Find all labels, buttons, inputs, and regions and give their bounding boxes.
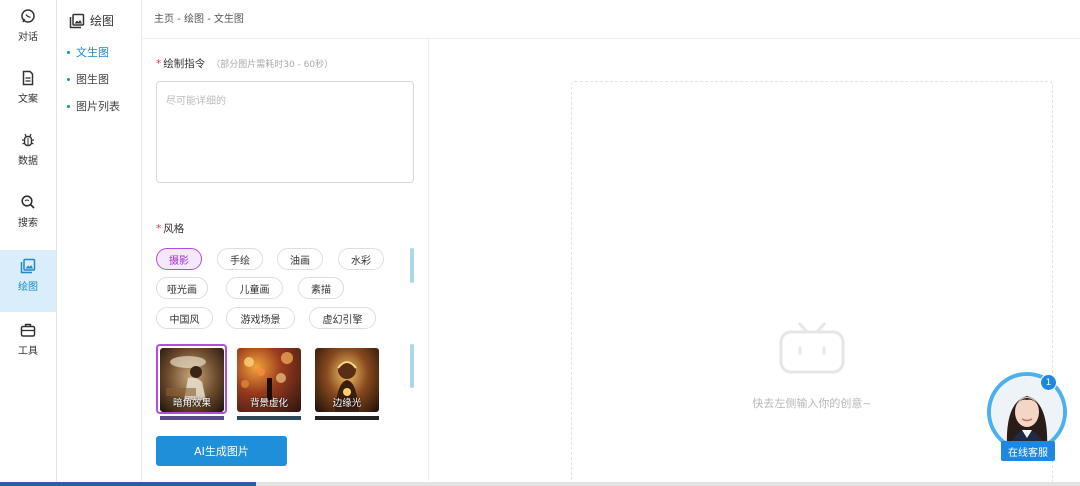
nav-label: 绘图 <box>18 282 38 293</box>
notification-badge: 1 <box>1040 374 1057 391</box>
online-service-label[interactable]: 在线客服 <box>1001 441 1055 461</box>
chat-icon <box>21 9 35 23</box>
prompt-label: * 绘制指令 （部分图片需耗时30 - 60秒） <box>156 56 333 71</box>
bullet-dot <box>67 50 70 54</box>
style-chip-photography[interactable]: 摄影 <box>156 248 202 270</box>
submenu-title-label: 绘图 <box>90 14 115 28</box>
bottom-bar-segment <box>0 482 256 486</box>
next-row-peek <box>160 416 380 420</box>
nav-item-search[interactable]: 搜索 <box>0 186 56 248</box>
style-chip-matte[interactable]: 哑光画 <box>156 277 208 299</box>
submenu-item-label: 图片列表 <box>76 100 120 113</box>
document-icon <box>22 70 34 86</box>
nav-label: 搜索 <box>18 218 38 229</box>
submenu-item-label: 文生图 <box>76 46 109 59</box>
header-divider <box>142 38 1080 39</box>
preview-area: 快去左侧输入你的创意~ <box>571 81 1053 486</box>
nav-item-chat[interactable]: 对话 <box>0 0 56 62</box>
effect-thumb-rim-light[interactable]: 边缘光 <box>315 348 379 412</box>
image-icon <box>20 258 36 274</box>
panel-divider <box>428 38 429 486</box>
effect-caption: 边缘光 <box>332 398 362 409</box>
effect-caption: 背景虚化 <box>249 398 288 409</box>
empty-state-text: 快去左侧输入你的创意~ <box>752 397 872 410</box>
style-scrollbar[interactable] <box>410 248 414 283</box>
nav-label: 文案 <box>18 94 38 105</box>
bug-icon <box>22 133 34 147</box>
bullet-dot <box>67 104 70 108</box>
generate-image-button[interactable]: AI生成图片 <box>156 436 287 466</box>
drawing-submenu: 绘图 文生图 图生图 图片列表 <box>57 0 142 486</box>
submenu-item-text-to-image[interactable]: 文生图 <box>67 44 109 60</box>
toolbox-icon <box>20 323 36 337</box>
style-label: * 风格 <box>156 221 184 236</box>
style-chip-sketch[interactable]: 素描 <box>298 277 344 299</box>
effect-scrollbar[interactable] <box>410 344 414 388</box>
submenu-item-image-to-image[interactable]: 图生图 <box>67 71 109 87</box>
required-mark: * <box>156 58 162 70</box>
nav-item-drawing[interactable]: 绘图 <box>0 250 56 312</box>
style-chip-unreal[interactable]: 虚幻引擎 <box>309 307 376 329</box>
nav-label: 数据 <box>18 156 38 167</box>
style-chip-oil-painting[interactable]: 油画 <box>277 248 323 270</box>
style-chip-game-scene[interactable]: 游戏场景 <box>226 307 295 329</box>
empty-tv-icon <box>779 322 845 374</box>
style-chip-childrens[interactable]: 儿童画 <box>226 277 283 299</box>
nav-item-data[interactable]: 数据 <box>0 124 56 186</box>
prompt-hint: （部分图片需耗时30 - 60秒） <box>211 60 334 70</box>
style-chip-watercolor[interactable]: 水彩 <box>338 248 384 270</box>
required-mark: * <box>156 223 162 235</box>
submenu-item-image-list[interactable]: 图片列表 <box>67 98 120 114</box>
submenu-title: 绘图 <box>69 12 114 29</box>
selected-effect-outline <box>156 344 227 414</box>
nav-item-tools[interactable]: 工具 <box>0 314 56 376</box>
nav-label: 对话 <box>18 32 38 43</box>
submenu-item-label: 图生图 <box>76 73 109 86</box>
nav-label: 工具 <box>18 346 38 357</box>
main-nav-rail: 对话 文案 数据 搜索 绘图 工具 <box>0 0 57 486</box>
search-icon <box>21 195 35 209</box>
style-label-text: 风格 <box>163 223 185 235</box>
prompt-label-text: 绘制指令 <box>163 58 206 70</box>
breadcrumb: 主页 - 绘图 - 文生图 <box>154 14 244 25</box>
prompt-input[interactable] <box>156 81 414 183</box>
style-chip-chinese[interactable]: 中国风 <box>156 307 213 329</box>
bullet-dot <box>67 77 70 81</box>
image-icon <box>69 13 85 28</box>
effect-thumb-background-blur[interactable]: 背景虚化 <box>237 348 301 412</box>
style-chip-hand-drawn[interactable]: 手绘 <box>217 248 263 270</box>
window-bottom-bar <box>0 482 1080 486</box>
nav-item-copywriting[interactable]: 文案 <box>0 62 56 124</box>
